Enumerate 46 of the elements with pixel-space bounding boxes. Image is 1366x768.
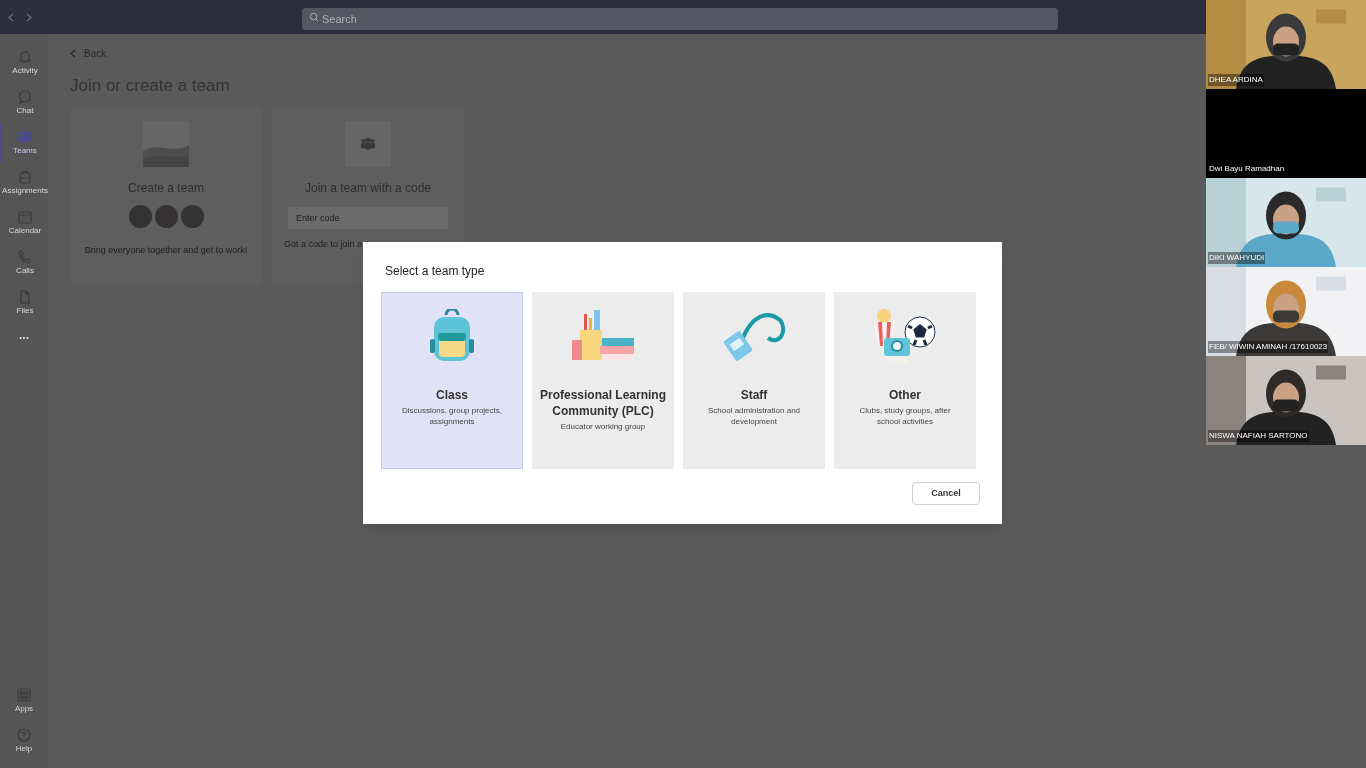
rail-item[interactable]: Teams — [0, 122, 48, 162]
participant-name: DIKI WAHYUDI — [1208, 252, 1266, 264]
help-icon — [16, 727, 32, 743]
popcorn-ball-camera-icon — [872, 308, 938, 364]
card-description: School administration and development — [706, 405, 802, 427]
search-field[interactable]: Search — [302, 8, 1058, 30]
team-type-card[interactable]: Staff School administration and development — [683, 292, 825, 469]
backpack-icon — [17, 169, 33, 185]
card-description: Discussions, group projects, assignments — [400, 405, 503, 427]
rail-item[interactable]: Assignments — [0, 162, 48, 202]
card-title: Class — [435, 387, 469, 403]
card-title: Staff — [739, 387, 769, 403]
rail-item[interactable]: Activity — [0, 42, 48, 82]
rail-item[interactable]: Chat — [0, 82, 48, 122]
phone-icon — [17, 249, 33, 265]
participant-name: Dwi Bayu Ramadhan — [1208, 163, 1286, 175]
apps-icon — [16, 687, 32, 703]
people-icon — [17, 129, 33, 145]
bell-icon — [17, 49, 33, 65]
card-description: Educator working group — [559, 421, 647, 432]
team-type-card[interactable]: Class Discussions, group projects, assignments — [381, 292, 523, 469]
rail-item[interactable]: Files — [0, 282, 48, 322]
more-button[interactable]: ... — [19, 326, 29, 344]
card-title: Professional Learning Community (PLC) — [539, 387, 667, 419]
back-chevron-icon[interactable] — [70, 49, 76, 58]
rail-item[interactable]: Calls — [0, 242, 48, 282]
rail-item[interactable]: Help — [0, 720, 48, 760]
code-field[interactable]: Enter code — [288, 206, 448, 229]
search-icon — [309, 12, 319, 22]
participant-name: DHEA ARDINA — [1208, 74, 1264, 86]
people-icon — [360, 135, 376, 152]
cancel-button[interactable]: Cancel — [912, 482, 980, 505]
backpack-icon — [430, 309, 474, 363]
chat-icon — [17, 89, 33, 105]
rail-item[interactable]: Calendar — [0, 202, 48, 242]
participant-name: FEB/ WIWIN AMINAH /17610023 — [1208, 341, 1329, 353]
calendar-icon — [17, 209, 33, 225]
card-description: Clubs, study groups, after school activities — [858, 405, 952, 427]
card-title: Other — [888, 387, 922, 403]
team-type-card[interactable]: Other Clubs, study groups, after school activities — [834, 292, 976, 469]
participant-name: NISWA NAFIAH SARTONO — [1208, 430, 1309, 442]
lanyard-badge-icon — [722, 310, 786, 362]
rail-item[interactable]: Apps — [0, 680, 48, 720]
file-icon — [17, 289, 33, 305]
team-type-card[interactable]: Professional Learning Community (PLC) Educator working group — [532, 292, 674, 469]
pencil-cup-books-icon — [570, 310, 636, 362]
